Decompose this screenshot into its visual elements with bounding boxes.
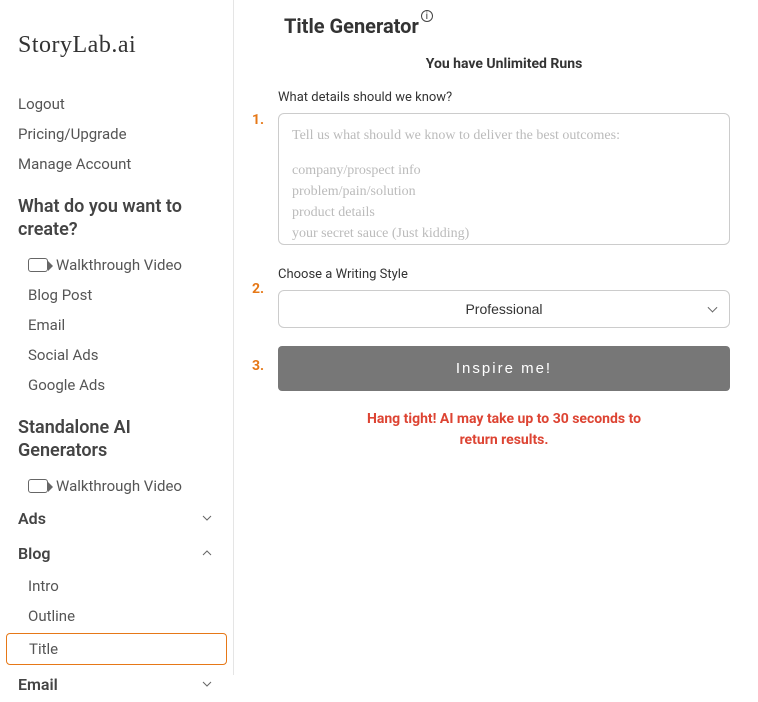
step-1: 1. What details should we know? Tell us …: [278, 90, 730, 249]
nav-standalone-walkthrough[interactable]: Walkthrough Video: [0, 471, 233, 501]
chevron-down-icon: [199, 510, 215, 526]
account-nav: Logout Pricing/Upgrade Manage Account: [0, 89, 233, 179]
step-2: 2. Choose a Writing Style Professional: [278, 267, 730, 328]
category-blog[interactable]: Blog: [0, 536, 233, 571]
style-select[interactable]: Professional: [278, 290, 730, 328]
category-label: Ads: [18, 509, 46, 528]
chevron-up-icon: [199, 545, 215, 561]
details-wrap: Tell us what should we know to deliver t…: [278, 113, 730, 249]
standalone-heading: Standalone AI Generators: [0, 400, 233, 471]
inspire-button[interactable]: Inspire me!: [278, 346, 730, 391]
nav-manage-account[interactable]: Manage Account: [0, 149, 233, 179]
category-email[interactable]: Email: [0, 667, 233, 702]
category-label: Email: [18, 675, 58, 694]
page-title-text: Title Generator: [284, 14, 419, 38]
brand-logo: StoryLab.ai: [0, 12, 233, 89]
nav-blog-title[interactable]: Title: [6, 633, 227, 665]
main-content: Title Generator i You have Unlimited Run…: [234, 0, 758, 675]
nav-label: Walkthrough Video: [56, 477, 182, 495]
step-3: 3. Inspire me!: [278, 346, 730, 391]
sidebar: StoryLab.ai Logout Pricing/Upgrade Manag…: [0, 0, 234, 675]
category-ads[interactable]: Ads: [0, 501, 233, 536]
standalone-nav: Walkthrough Video: [0, 471, 233, 501]
step-number: 2.: [252, 281, 264, 297]
create-nav: Walkthrough Video Blog Post Email Social…: [0, 250, 233, 400]
video-icon: [28, 258, 48, 272]
wait-message: Hang tight! AI may take up to 30 seconds…: [278, 409, 730, 451]
video-icon: [28, 479, 48, 493]
nav-pricing[interactable]: Pricing/Upgrade: [0, 119, 233, 149]
details-label: What details should we know?: [278, 90, 730, 105]
page-title: Title Generator i: [284, 14, 433, 38]
nav-blog-intro[interactable]: Intro: [0, 571, 233, 601]
chevron-down-icon: [199, 676, 215, 692]
info-icon[interactable]: i: [421, 10, 433, 22]
style-label: Choose a Writing Style: [278, 267, 730, 282]
blog-children: Intro Outline Title: [0, 571, 233, 665]
nav-social-ads[interactable]: Social Ads: [0, 340, 233, 370]
nav-label: Walkthrough Video: [56, 256, 182, 274]
category-label: Blog: [18, 544, 50, 563]
nav-blog-outline[interactable]: Outline: [0, 601, 233, 631]
runs-remaining: You have Unlimited Runs: [278, 56, 730, 72]
nav-logout[interactable]: Logout: [0, 89, 233, 119]
style-select-wrap: Professional: [278, 290, 730, 328]
nav-google-ads[interactable]: Google Ads: [0, 370, 233, 400]
step-number: 1.: [252, 112, 264, 128]
step-number: 3.: [252, 358, 264, 374]
nav-blog-post[interactable]: Blog Post: [0, 280, 233, 310]
nav-walkthrough-video[interactable]: Walkthrough Video: [0, 250, 233, 280]
nav-email[interactable]: Email: [0, 310, 233, 340]
details-input[interactable]: [278, 113, 730, 245]
create-heading: What do you want to create?: [0, 179, 233, 250]
